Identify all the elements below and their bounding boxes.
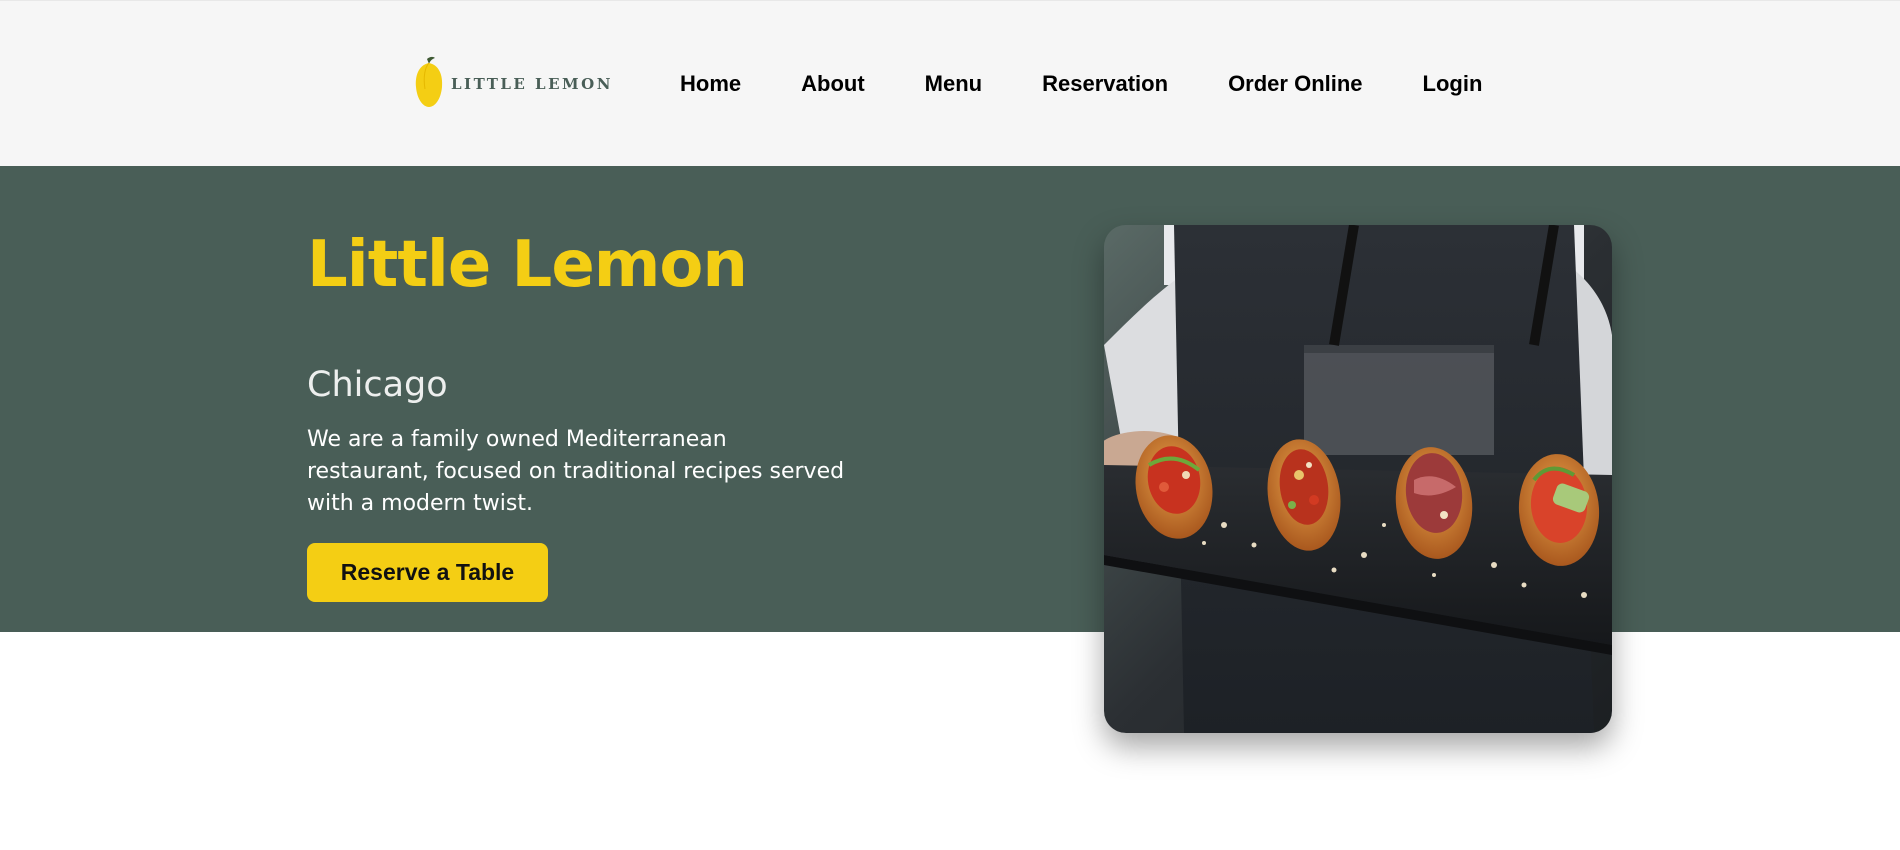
site-header: LITTLE LEMON Home About Menu Reservation… — [0, 0, 1900, 166]
nav-order-online[interactable]: Order Online — [1228, 71, 1362, 97]
hero-title: Little Lemon — [307, 228, 748, 302]
hero-description: We are a family owned Mediterranean rest… — [307, 427, 845, 516]
hero-image — [1104, 225, 1612, 733]
nav-home[interactable]: Home — [680, 71, 741, 97]
reserve-table-button[interactable]: Reserve a Table — [307, 543, 548, 602]
hero-subtitle: Chicago — [307, 365, 448, 405]
nav-menu[interactable]: Menu — [925, 71, 982, 97]
main-nav: Home About Menu Reservation Order Online… — [680, 1, 1542, 167]
lemon-icon — [413, 55, 445, 113]
nav-about[interactable]: About — [801, 71, 865, 97]
logo[interactable]: LITTLE LEMON — [413, 55, 613, 113]
logo-text: LITTLE LEMON — [451, 75, 613, 93]
nav-reservation[interactable]: Reservation — [1042, 71, 1168, 97]
nav-login[interactable]: Login — [1423, 71, 1483, 97]
hero-section — [0, 166, 1900, 632]
food-photo-illustration — [1104, 225, 1612, 733]
